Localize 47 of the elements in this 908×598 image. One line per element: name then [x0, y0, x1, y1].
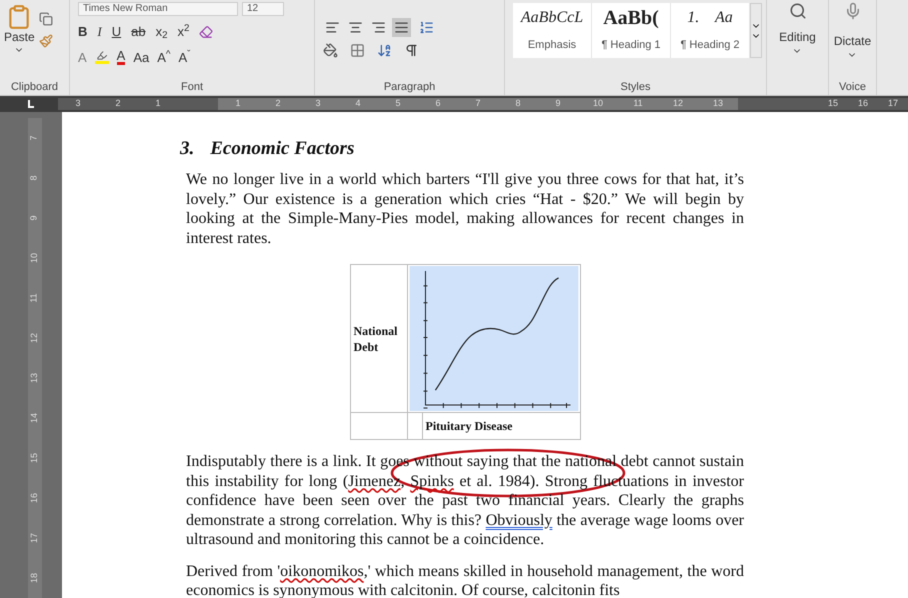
- style-name: Emphasis: [528, 38, 576, 53]
- grow-font-button[interactable]: A$^{^}$: [157, 48, 170, 67]
- font-name-field[interactable]: Times New Roman: [78, 2, 238, 16]
- shading-icon[interactable]: [323, 43, 338, 58]
- paragraph: We no longer live in a world which barters “I'll give you three cows for that hat, it’s lovely.” Our existence is a generation which cries “Hat - $20.” We will begin by looking at the Simple-Many-Pies model, making allowances for recent changes in interest rates.: [186, 170, 744, 248]
- group-label: Clipboard: [10, 82, 58, 92]
- style-tile[interactable]: AaBbCcL Emphasis: [513, 3, 592, 58]
- borders-icon[interactable]: [350, 43, 365, 58]
- horizontal-ruler[interactable]: 3 2 1 1 2 3 4 5 6 7 8 9 10 11 12 13 15 16 17: [58, 98, 908, 110]
- style-tile[interactable]: AaBb( ¶ Heading 1: [592, 3, 671, 58]
- style-name: ¶ Heading 2: [680, 38, 740, 53]
- format-button[interactable]: U: [112, 22, 122, 42]
- group-label: Font: [180, 82, 203, 92]
- style-preview: 1. Aa: [687, 8, 733, 28]
- format-painter-icon[interactable]: [38, 34, 53, 48]
- search-icon: [788, 2, 806, 20]
- align-button[interactable]: [392, 18, 411, 37]
- format-button[interactable]: x$_{2}$: [156, 22, 168, 42]
- tab-selector-icon[interactable]: [28, 100, 34, 108]
- font-size-field[interactable]: 12: [242, 2, 284, 16]
- axis-label: National Debt: [354, 322, 399, 354]
- format-button[interactable]: B: [78, 22, 88, 42]
- format-button[interactable]: I: [97, 22, 102, 42]
- dictate-button[interactable]: Dictate: [834, 32, 872, 60]
- font-color-button[interactable]: A: [116, 49, 126, 66]
- section-heading: 3. Economic Factors: [180, 138, 356, 160]
- format-button[interactable]: ab: [131, 22, 146, 42]
- copy-icon[interactable]: [38, 12, 53, 26]
- axis-label: Pituitary Disease: [424, 418, 512, 435]
- style-preview: AaBbCcL: [520, 8, 584, 28]
- format-button[interactable]: x$^{2}$: [178, 22, 190, 42]
- highlighter-icon[interactable]: [94, 50, 109, 64]
- sort-icon[interactable]: [377, 43, 392, 58]
- text-effects-button[interactable]: A: [78, 48, 87, 67]
- style-tile[interactable]: 1. Aa ¶ Heading 2: [671, 3, 750, 58]
- group-label: Voice: [839, 82, 866, 92]
- change-case-button[interactable]: Aa: [133, 48, 150, 67]
- group-label: Paragraph: [384, 82, 436, 92]
- editing-button[interactable]: Editing: [779, 28, 816, 56]
- style-name: ¶ Heading 1: [601, 38, 661, 53]
- paste-button[interactable]: Paste: [4, 4, 35, 79]
- clear-formatting-icon[interactable]: [199, 24, 214, 39]
- style-preview: AaBb(: [603, 7, 659, 29]
- group-label: Styles: [620, 82, 650, 92]
- line-spacing-icon[interactable]: [419, 20, 434, 35]
- shrink-font-button[interactable]: A$^{ˇ}$: [178, 48, 190, 67]
- pilcrow-icon[interactable]: [404, 43, 419, 58]
